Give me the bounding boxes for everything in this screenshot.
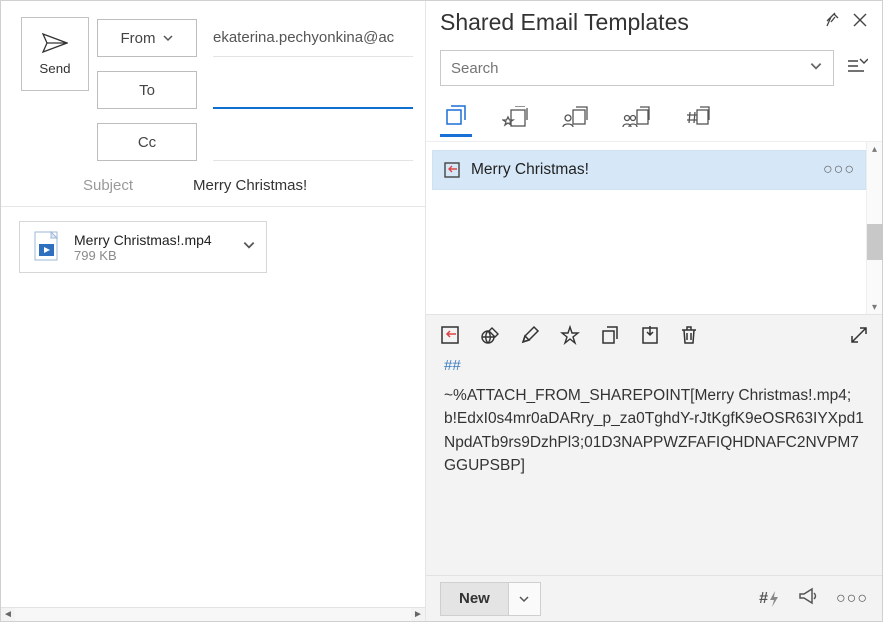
chevron-down-icon — [162, 32, 174, 44]
scroll-up-arrow-icon[interactable]: ▴ — [867, 142, 882, 156]
cc-field[interactable] — [213, 123, 413, 161]
new-button-group: New — [440, 582, 541, 616]
vertical-scrollbar[interactable]: ▴ ▾ — [866, 142, 882, 314]
attachment-name: Merry Christmas!.mp4 — [74, 232, 232, 248]
to-button[interactable]: To — [97, 71, 197, 109]
from-value[interactable]: ekaterina.pechyonkina@ac — [213, 19, 413, 57]
search-dropdown-chevron-icon[interactable] — [809, 59, 823, 78]
trash-icon[interactable] — [680, 325, 698, 345]
hash-bolt-icon[interactable]: # — [759, 590, 780, 608]
attachment-size: 799 KB — [74, 248, 232, 263]
video-file-icon — [30, 230, 64, 264]
template-body: ~%ATTACH_FROM_SHAREPOINT[Merry Christmas… — [426, 384, 882, 495]
tab-favorites[interactable] — [498, 100, 532, 136]
tab-templates[interactable] — [440, 98, 472, 137]
scrollbar-thumb[interactable] — [867, 224, 883, 260]
person-stack-icon — [562, 106, 588, 128]
stack-icon — [444, 104, 468, 126]
cc-button[interactable]: Cc — [97, 123, 197, 161]
send-button[interactable]: Send — [21, 17, 89, 91]
star-icon[interactable] — [560, 325, 580, 345]
close-icon[interactable] — [852, 12, 868, 33]
scroll-down-arrow-icon[interactable]: ▾ — [867, 300, 882, 314]
more-icon[interactable]: ○○○ — [836, 590, 868, 608]
star-stack-icon — [502, 106, 528, 128]
template-preview-area: ## ~%ATTACH_FROM_SHAREPOINT[Merry Christ… — [426, 314, 882, 621]
templates-list: Merry Christmas! ○○○ ▴ ▾ — [426, 142, 882, 314]
insert-template-icon — [443, 161, 461, 179]
template-tags: ## — [426, 351, 882, 384]
to-field[interactable] — [213, 71, 413, 109]
search-field[interactable] — [451, 60, 809, 77]
insert-icon[interactable] — [440, 325, 460, 345]
tab-my-templates[interactable] — [558, 100, 592, 136]
shared-templates-pane: Shared Email Templates — [426, 1, 882, 621]
to-label: To — [139, 82, 155, 99]
expand-icon[interactable] — [850, 326, 868, 344]
subject-field[interactable]: Merry Christmas! — [193, 177, 413, 194]
list-options-icon[interactable] — [846, 56, 868, 81]
editor-toolbar — [426, 315, 882, 351]
pencil-edit-icon[interactable] — [520, 325, 540, 345]
send-label: Send — [39, 61, 70, 76]
outlook-compose-pane: Send From ekaterina.pechyonkina@ac To Cc — [1, 1, 426, 621]
pane-title: Shared Email Templates — [440, 9, 814, 36]
subject-label: Subject — [13, 177, 193, 194]
megaphone-icon[interactable] — [798, 587, 818, 610]
horizontal-scrollbar[interactable]: ◄ ► — [1, 607, 425, 621]
tab-team-templates[interactable] — [618, 100, 654, 136]
send-icon — [42, 33, 68, 53]
web-edit-icon[interactable] — [480, 325, 500, 345]
pin-icon[interactable] — [824, 11, 842, 34]
search-input[interactable] — [440, 50, 834, 86]
new-dropdown-chevron-icon[interactable] — [509, 582, 541, 616]
compose-body[interactable] — [1, 287, 425, 607]
scroll-left-arrow-icon[interactable]: ◄ — [1, 608, 15, 621]
from-button[interactable]: From — [97, 19, 197, 57]
tab-tags[interactable] — [680, 100, 714, 136]
template-name: Merry Christmas! — [471, 161, 813, 179]
attachment-menu-chevron-icon[interactable] — [242, 238, 256, 257]
bottom-bar: New # ○○○ — [426, 575, 882, 621]
attachment-card[interactable]: Merry Christmas!.mp4 799 KB — [19, 221, 267, 273]
copy-icon[interactable] — [600, 325, 620, 345]
new-button[interactable]: New — [440, 582, 509, 616]
template-more-icon[interactable]: ○○○ — [823, 161, 855, 179]
export-icon[interactable] — [640, 325, 660, 345]
hash-stack-icon — [684, 106, 710, 128]
cc-label: Cc — [138, 134, 156, 151]
from-label: From — [121, 30, 156, 47]
people-stack-icon — [622, 106, 650, 128]
tabs-row — [426, 94, 882, 142]
template-row[interactable]: Merry Christmas! ○○○ — [432, 150, 866, 190]
scroll-right-arrow-icon[interactable]: ► — [411, 608, 425, 621]
